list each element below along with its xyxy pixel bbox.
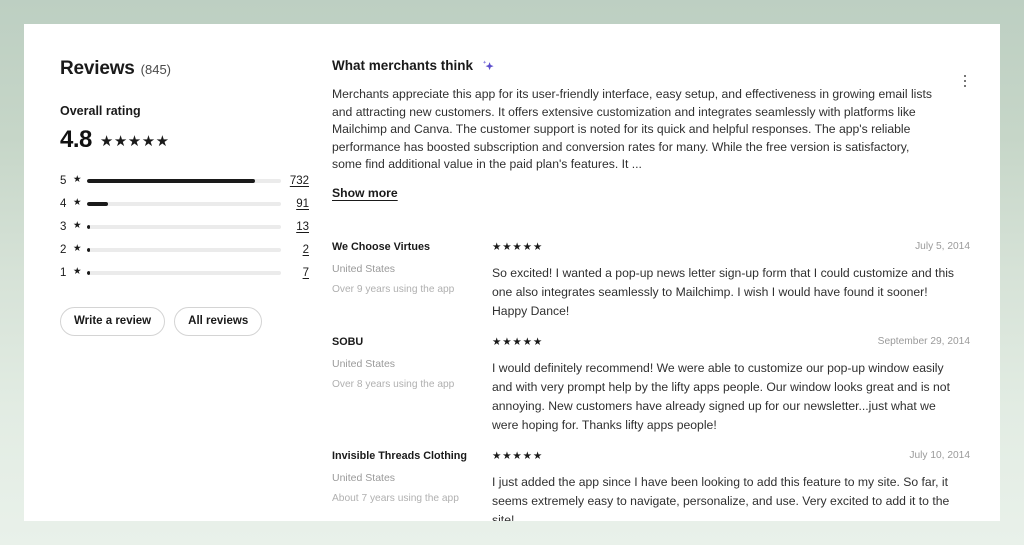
reviews-actions: Write a review All reviews — [60, 307, 309, 336]
review-meta: We Choose Virtues United States Over 9 y… — [332, 240, 492, 321]
overall-score-stars: ★★★★★ — [99, 132, 170, 150]
rating-bar-track-2 — [87, 247, 281, 252]
rating-bar-row-4: 4 ★ 91 — [60, 192, 309, 215]
rating-bar-label-3: 3 — [60, 220, 67, 233]
review-topline: ★★★★★ September 29, 2014 — [492, 335, 970, 349]
review-body: ★★★★★ July 5, 2014 So excited! I wanted … — [492, 240, 970, 321]
review-shop-name: We Choose Virtues — [332, 240, 430, 253]
overall-score-value: 4.8 — [60, 126, 92, 153]
overall-score-row: 4.8 ★★★★★ — [60, 126, 309, 154]
merchants-summary-header: What merchants think — [332, 57, 970, 75]
rating-bar-label-2: 2 — [60, 243, 67, 256]
kebab-dot — [963, 79, 967, 83]
rating-bar-track-1 — [87, 270, 281, 275]
merchants-summary-body: Merchants appreciate this app for its us… — [332, 87, 932, 171]
review-body: ★★★★★ July 10, 2014 I just added the app… — [492, 449, 970, 522]
rating-bar-row-3: 3 ★ 13 — [60, 215, 309, 238]
review-text: So excited! I wanted a pop-up news lette… — [492, 265, 955, 318]
review-country: United States — [332, 471, 396, 484]
star-icon: ★ — [73, 243, 82, 254]
review-item: We Choose Virtues United States Over 9 y… — [332, 222, 970, 321]
review-stars: ★★★★★ — [492, 240, 544, 253]
star-icon: ★ — [73, 266, 82, 277]
review-meta: Invisible Threads Clothing United States… — [332, 449, 492, 522]
rating-distribution: 5 ★ 732 4 ★ 91 3 ★ 13 2 ★ 2 1 ★ 7 — [60, 169, 309, 284]
review-country: United States — [332, 357, 396, 370]
reviews-title-text: Reviews — [60, 58, 135, 79]
all-reviews-button[interactable]: All reviews — [174, 307, 263, 336]
rating-bar-fill-2 — [87, 247, 90, 252]
sparkle-icon — [481, 59, 495, 73]
review-date: July 10, 2014 — [909, 449, 970, 461]
review-duration: Over 8 years using the app — [332, 378, 455, 390]
page-title: Reviews (845) — [60, 57, 309, 82]
rating-bar-fill-1 — [87, 270, 90, 275]
review-country: United States — [332, 262, 396, 275]
review-date: September 29, 2014 — [877, 335, 970, 347]
kebab-dot — [963, 74, 967, 78]
star-icon: ★ — [73, 220, 82, 231]
reviews-list: We Choose Virtues United States Over 9 y… — [332, 222, 970, 522]
review-item: SOBU United States Over 8 years using th… — [332, 321, 970, 435]
rating-bar-fill-4 — [87, 201, 108, 206]
rating-bar-fill-5 — [87, 178, 255, 183]
rating-bar-row-1: 1 ★ 7 — [60, 261, 309, 284]
review-duration: About 7 years using the app — [332, 492, 459, 504]
review-shop-name: SOBU — [332, 335, 364, 348]
review-shop-name: Invisible Threads Clothing — [332, 449, 467, 462]
review-text: I would definitely recommend! We were ab… — [492, 360, 950, 432]
reviews-count: (845) — [140, 62, 172, 77]
reviews-main: What merchants think Merchants appreciat… — [309, 24, 1000, 521]
rating-bar-count-4[interactable]: 91 — [289, 197, 309, 211]
rating-bar-fill-3 — [87, 224, 91, 229]
show-more-link[interactable]: Show more — [332, 185, 398, 201]
review-body: ★★★★★ September 29, 2014 I would definit… — [492, 335, 970, 435]
rating-bar-label-1: 1 — [60, 266, 67, 279]
rating-bar-track-3 — [87, 224, 281, 229]
rating-bar-count-2[interactable]: 2 — [289, 243, 309, 257]
write-a-review-button[interactable]: Write a review — [60, 307, 166, 336]
rating-bar-row-2: 2 ★ 2 — [60, 238, 309, 261]
review-topline: ★★★★★ July 5, 2014 — [492, 240, 970, 254]
overall-rating-label: Overall rating — [60, 104, 141, 118]
review-topline: ★★★★★ July 10, 2014 — [492, 449, 970, 463]
rating-bar-label-4: 4 — [60, 197, 67, 210]
rating-bar-track-4 — [87, 201, 281, 206]
star-icon: ★ — [73, 197, 82, 208]
rating-bar-row-5: 5 ★ 732 — [60, 169, 309, 192]
review-date: July 5, 2014 — [915, 240, 970, 252]
review-item: Invisible Threads Clothing United States… — [332, 435, 970, 522]
reviews-sidebar: Reviews (845) Overall rating 4.8 ★★★★★ 5… — [24, 24, 309, 521]
review-duration: Over 9 years using the app — [332, 283, 455, 295]
kebab-dot — [963, 84, 967, 88]
review-stars: ★★★★★ — [492, 449, 544, 462]
star-icon: ★ — [73, 174, 82, 185]
reviews-card: Reviews (845) Overall rating 4.8 ★★★★★ 5… — [24, 24, 1000, 521]
rating-bar-count-5[interactable]: 732 — [289, 174, 309, 188]
rating-bar-label-5: 5 — [60, 174, 67, 187]
merchants-summary-title: What merchants think — [332, 58, 474, 73]
rating-bar-track-5 — [87, 178, 281, 183]
review-text: I just added the app since I have been l… — [492, 474, 950, 522]
kebab-menu-icon[interactable] — [956, 72, 974, 90]
review-stars: ★★★★★ — [492, 335, 544, 348]
review-meta: SOBU United States Over 8 years using th… — [332, 335, 492, 435]
rating-bar-count-3[interactable]: 13 — [289, 220, 309, 234]
rating-bar-count-1[interactable]: 7 — [289, 266, 309, 280]
